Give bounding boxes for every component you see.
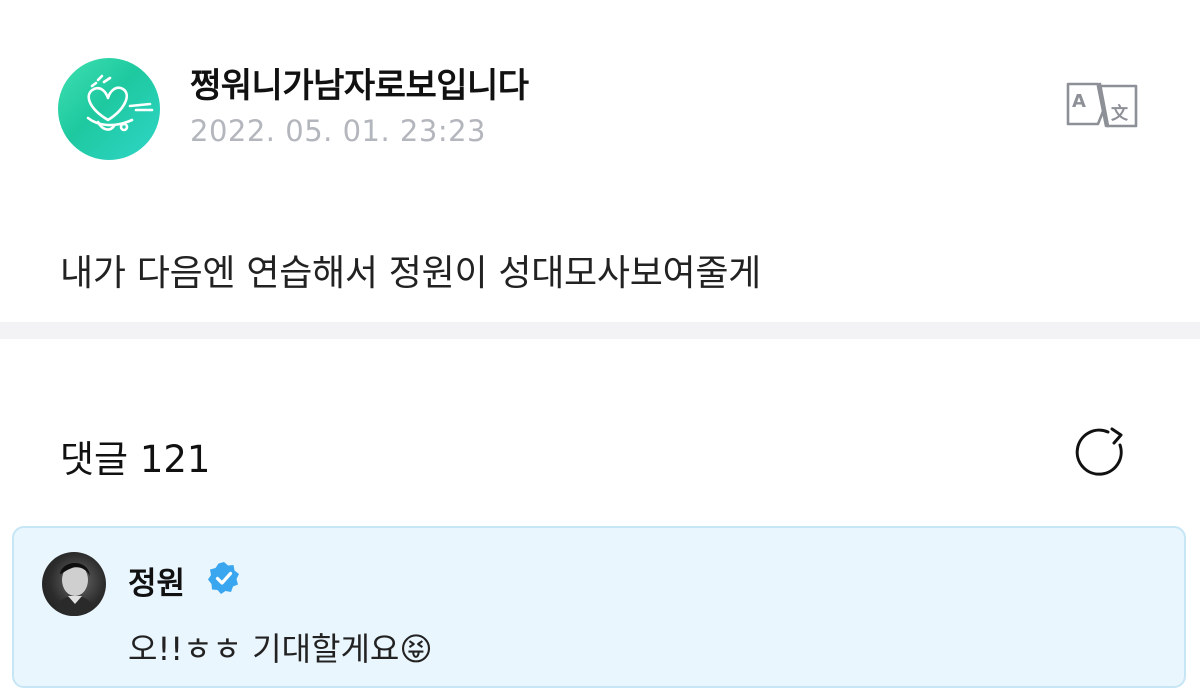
comment-text: 오!!ㅎㅎ 기대할게요😝 (128, 630, 433, 668)
translate-button[interactable]: A 文 (1062, 80, 1142, 130)
verified-check-icon (207, 561, 241, 595)
refresh-icon (1075, 427, 1123, 476)
post-date: 2022. 05. 01. 23:23 (190, 114, 486, 148)
author-avatar[interactable] (58, 58, 160, 160)
heart-doodle-icon (86, 74, 154, 132)
author-name[interactable]: 쩡워니가남자로보입니다 (190, 58, 529, 107)
highlighted-comment[interactable]: 정원 오!!ㅎㅎ 기대할게요😝 (12, 526, 1186, 688)
svg-text:文: 文 (1111, 103, 1129, 124)
person-photo-icon (54, 563, 96, 616)
translate-icon: A 文 (1066, 82, 1138, 128)
comment-author-name[interactable]: 정원 (128, 558, 185, 603)
svg-text:A: A (1072, 91, 1086, 112)
comments-count-title: 댓글 121 (60, 438, 211, 481)
refresh-button[interactable] (1072, 423, 1132, 483)
post-body: 내가 다음엔 연습해서 정원이 성대모사보여줄게 (60, 253, 761, 294)
post: 쩡워니가남자로보입니다 2022. 05. 01. 23:23 A 文 내가 다… (0, 0, 1200, 322)
comment-author-avatar[interactable] (42, 552, 106, 616)
section-divider (0, 322, 1200, 339)
